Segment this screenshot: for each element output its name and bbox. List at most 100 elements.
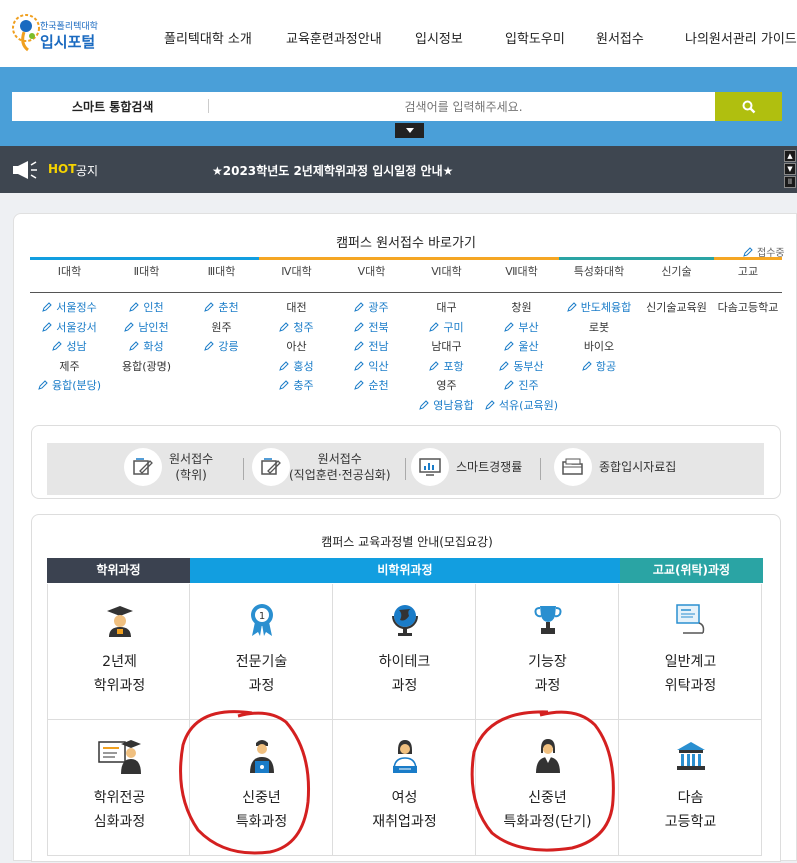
medal-icon: 1 [190, 601, 333, 639]
notice-pause-button[interactable]: ll [784, 176, 796, 188]
pencil-icon [204, 302, 215, 312]
course-general-highschool[interactable]: 일반계고 위탁과정 [619, 584, 762, 720]
campus-link[interactable]: 부산 [484, 318, 559, 337]
campus-link[interactable]: 영남융합 [409, 396, 484, 415]
tab-specialized[interactable]: 특성화대학 [559, 257, 639, 293]
course-dasom-highschool[interactable]: 다솜 고등학교 [619, 720, 762, 856]
quick-smart-ratio[interactable]: 스마트경쟁률 [411, 448, 541, 490]
campus-name: 서울정수 [56, 301, 97, 314]
campus-link[interactable]: 영주 [409, 376, 484, 395]
quick-guidebook[interactable]: 종합입시자료집 [554, 448, 684, 490]
campus-link[interactable]: 남인천 [109, 318, 184, 337]
campus-link[interactable]: 성남 [30, 337, 109, 356]
quick-divider [540, 458, 541, 480]
pencil-icon [485, 399, 495, 410]
campus-name: 진주 [518, 379, 539, 392]
campus-link[interactable]: 대전 [259, 298, 334, 317]
quick-apply-training-label: 원서접수 (직업훈련·전공심화) [289, 452, 391, 482]
campus-link[interactable]: 광주 [334, 298, 409, 317]
campus-link[interactable]: 융합(분당) [30, 376, 109, 395]
pencil-icon [129, 302, 140, 312]
tab-univ-1[interactable]: Ⅰ대학 [30, 257, 109, 293]
course-2yr-degree[interactable]: 2년제 학위과정 [47, 584, 190, 720]
tab-color-bar [30, 257, 109, 260]
campus-link[interactable]: 포항 [409, 357, 484, 376]
campus-link[interactable]: 순천 [334, 376, 409, 395]
campus-name: 구미 [443, 320, 464, 334]
campus-link[interactable]: 용합(광명) [109, 357, 184, 376]
campus-link[interactable]: 제주 [30, 357, 109, 376]
campus-link[interactable]: 다솜고등학교 [714, 298, 782, 317]
pencil-icon [743, 247, 753, 257]
notice-message[interactable]: ★2023학년도 2년제학위과정 입시일정 안내★ [212, 162, 453, 179]
campus-name: 용합(광명) [121, 359, 172, 373]
search-expand-toggle[interactable] [395, 123, 424, 138]
course-master-craftsman-label: 기능장 과정 [528, 654, 567, 694]
tab-univ-4[interactable]: Ⅳ대학 [259, 257, 334, 293]
header-degree: 학위과정 [47, 558, 190, 583]
campus-link[interactable]: 남대구 [409, 337, 484, 356]
notice-prev-button[interactable]: ▲ [784, 150, 796, 162]
course-new-middleaged[interactable]: 신중년 특화과정 [190, 720, 333, 856]
presentation-icon [619, 601, 762, 639]
campus-link[interactable]: 충주 [259, 376, 334, 395]
tab-high-school[interactable]: 고교 [714, 257, 782, 293]
campus-link[interactable]: 청주 [259, 318, 334, 337]
nav-guide[interactable]: 나의원서관리 가이드 [685, 28, 797, 47]
nav-about[interactable]: 폴리텍대학 소개 [164, 28, 252, 47]
campus-link[interactable]: 강릉 [184, 337, 259, 356]
tab-univ-7[interactable]: Ⅶ대학 [484, 257, 559, 293]
nav-helper[interactable]: 입학도우미 [505, 28, 565, 47]
tab-univ-5[interactable]: Ⅴ대학 [334, 257, 409, 293]
campus-link[interactable]: 서울정수 [30, 298, 109, 317]
tab-univ-6[interactable]: Ⅵ대학 [409, 257, 484, 293]
campus-link[interactable]: 전북 [334, 318, 409, 337]
tab-univ-3[interactable]: Ⅲ대학 [184, 257, 259, 293]
quick-apply-degree[interactable]: 원서접수 (학위) [124, 448, 234, 490]
course-hightech[interactable]: 하이테크 과정 [333, 584, 476, 720]
campus-link[interactable]: 전남 [334, 337, 409, 356]
campus-link[interactable]: 원주 [184, 318, 259, 337]
nav-admission-info[interactable]: 입시정보 [415, 28, 463, 47]
nav-programs[interactable]: 교육훈련과정안내 [286, 28, 382, 47]
campus-link[interactable]: 진주 [484, 376, 559, 395]
campus-link[interactable]: 인천 [109, 298, 184, 317]
campus-link[interactable]: 구미 [409, 318, 484, 337]
campus-link[interactable]: 익산 [334, 357, 409, 376]
tab-new-tech[interactable]: 신기술 [639, 257, 714, 293]
campus-link[interactable]: 바이오 [559, 337, 639, 356]
campus-link[interactable]: 대구 [409, 298, 484, 317]
pencil-icon [582, 360, 592, 371]
pencil-icon [504, 380, 515, 390]
campus-name: 인천 [143, 301, 164, 314]
nav-apply[interactable]: 원서접수 [596, 28, 644, 47]
campus-name: 청주 [293, 320, 314, 334]
tab-univ-2[interactable]: Ⅱ대학 [109, 257, 184, 293]
campus-name: 창원 [511, 301, 532, 314]
campus-link[interactable]: 서울강서 [30, 318, 109, 337]
campus-link[interactable]: 반도체융합 [559, 298, 639, 317]
campus-link[interactable]: 항공 [559, 357, 639, 376]
campus-name: 다솜고등학교 [717, 301, 779, 314]
campus-link[interactable]: 신기술교육원 [639, 298, 714, 317]
campus-link[interactable]: 홍성 [259, 357, 334, 376]
course-master-craftsman[interactable]: 기능장 과정 [476, 584, 619, 720]
campus-link[interactable]: 석유(교육원) [484, 396, 559, 415]
course-professional-tech[interactable]: 1 전문기술 과정 [190, 584, 333, 720]
campus-link[interactable]: 울산 [484, 337, 559, 356]
course-women-reemployment[interactable]: 여성 재취업과정 [333, 720, 476, 856]
course-women-reemployment-label: 여성 재취업과정 [372, 790, 437, 830]
course-degree-advanced[interactable]: 학위전공 심화과정 [47, 720, 190, 856]
course-new-middleaged-short[interactable]: 신중년 특화과정(단기) [476, 720, 619, 856]
campus-link[interactable]: 동부산 [484, 357, 559, 376]
campus-link[interactable]: 로봇 [559, 318, 639, 337]
campus-link[interactable]: 춘천 [184, 298, 259, 317]
campus-link[interactable]: 창원 [484, 298, 559, 317]
notice-next-button[interactable]: ▼ [784, 163, 796, 175]
search-button[interactable] [715, 92, 782, 121]
quick-apply-training[interactable]: 원서접수 (직업훈련·전공심화) [252, 448, 392, 490]
quick-divider [243, 458, 244, 480]
search-input[interactable] [212, 92, 715, 121]
campus-link[interactable]: 아산 [259, 337, 334, 356]
campus-link[interactable]: 화성 [109, 337, 184, 356]
